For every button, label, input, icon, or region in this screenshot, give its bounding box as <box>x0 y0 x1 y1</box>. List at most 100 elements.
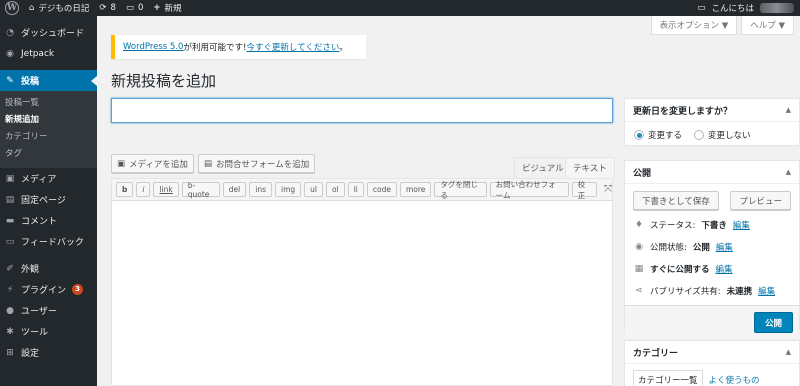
update-notice: WordPress 5.0 が利用可能です! 今すぐ更新してください 。 <box>111 35 366 59</box>
new-content-label: 新規 <box>164 4 182 14</box>
collapse-arrow-icon[interactable]: ▲ <box>786 168 791 176</box>
menu-label: メディア <box>21 175 57 185</box>
menu-dashboard[interactable]: ◔ ダッシュボード <box>0 22 97 43</box>
page-title: 新規投稿を追加 <box>111 72 217 90</box>
menu-posts[interactable]: ✎ 投稿 <box>0 70 97 91</box>
tab-popular-categories[interactable]: よく使うもの <box>709 374 760 386</box>
submenu-tags[interactable]: タグ <box>0 146 97 163</box>
publish-box-title: 公開 <box>633 168 652 179</box>
qt-ul-button[interactable]: ul <box>304 182 324 197</box>
updates-icon: ⟳ <box>99 3 107 13</box>
notification-icon: ▭ <box>697 3 706 13</box>
menu-label: 固定ページ <box>21 196 66 206</box>
wp-logo-menu[interactable]: W <box>0 0 24 16</box>
edit-visibility-link[interactable]: 編集 <box>716 241 733 253</box>
schedule-row: ▦ すぐに公開する 編集 <box>625 258 799 280</box>
comments-menu[interactable]: ▭ 0 <box>121 0 148 16</box>
publish-button[interactable]: 公開 <box>753 312 793 333</box>
new-content-menu[interactable]: + 新規 <box>148 0 186 16</box>
category-box: カテゴリー ▲ カテゴリー一覧 よく使うもの <box>624 340 800 386</box>
menu-media[interactable]: ▣ メディア <box>0 168 97 189</box>
submenu-add-new[interactable]: 新規追加 <box>0 112 97 129</box>
menu-feedback[interactable]: ▭ フィードバック <box>0 231 97 252</box>
update-now-link[interactable]: 今すぐ更新してください <box>246 41 339 53</box>
update-date-box-header[interactable]: 更新日を変更しますか？ ▲ <box>625 99 799 122</box>
post-status-row: ♦ ステータス: 下書き 編集 <box>625 214 799 236</box>
my-account-menu[interactable]: ▭ こんにちは <box>697 0 794 16</box>
qt-li-button[interactable]: li <box>347 182 364 197</box>
menu-label: コメント <box>21 217 58 227</box>
feedback-icon: ▭ <box>5 236 15 247</box>
menu-jetpack[interactable]: ◉ Jetpack <box>0 43 97 64</box>
fullscreen-icon[interactable]: ⤧ <box>604 184 612 195</box>
radio-no-change-label: 変更しない <box>708 131 751 141</box>
submenu-all-posts[interactable]: 投稿一覧 <box>0 95 97 112</box>
updates-menu[interactable]: ⟳ 8 <box>94 0 121 16</box>
qt-proofread-button[interactable]: 校正 <box>571 180 597 200</box>
collapse-arrow-icon[interactable]: ▲ <box>786 348 791 356</box>
qt-italic-button[interactable]: i <box>136 182 151 197</box>
blurred-username <box>760 3 794 13</box>
qt-code-button[interactable]: code <box>366 182 397 197</box>
help-button[interactable]: ヘルプ ▼ <box>741 16 794 35</box>
qt-img-button[interactable]: img <box>275 182 302 197</box>
radio-change[interactable]: 変更する <box>634 129 682 141</box>
edit-publicize-link[interactable]: 編集 <box>758 285 775 297</box>
menu-settings[interactable]: ⊞ 設定 <box>0 342 97 363</box>
menu-users[interactable]: ● ユーザー <box>0 300 97 321</box>
wordpress-version-link[interactable]: WordPress 5.0 <box>123 42 183 52</box>
post-title-input[interactable] <box>111 98 613 123</box>
save-draft-button[interactable]: 下書きとして保存 <box>633 191 719 210</box>
quicktags-toolbar: b i link b-quote del ins img ul ol li co… <box>112 179 612 201</box>
home-icon: ⌂ <box>29 3 35 13</box>
qt-ins-button[interactable]: ins <box>249 182 273 197</box>
qt-del-button[interactable]: del <box>222 182 247 197</box>
qt-link-button[interactable]: link <box>153 182 179 197</box>
category-box-header[interactable]: カテゴリー ▲ <box>625 341 799 364</box>
qt-contact-form-button[interactable]: お問い合わせフォーム <box>489 180 569 200</box>
radio-change-label: 変更する <box>648 131 683 141</box>
menu-comments[interactable]: ▬ コメント <box>0 210 97 231</box>
updates-count: 8 <box>110 3 116 13</box>
dashboard-icon: ◔ <box>6 27 14 38</box>
qt-ol-button[interactable]: ol <box>326 182 345 197</box>
pin-icon: ♦ <box>634 220 644 230</box>
site-name-menu[interactable]: ⌂ デジもの日記 <box>24 0 94 16</box>
screen-options-button[interactable]: 表示オプション ▼ <box>650 16 738 35</box>
status-value: 下書き <box>701 221 727 231</box>
admin-bar: W ⌂ デジもの日記 ⟳ 8 ▭ 0 + 新規 ▭ こんにちは <box>0 0 800 16</box>
jetpack-icon: ◉ <box>6 48 14 59</box>
update-date-options: 変更する 変更しない <box>625 122 799 148</box>
calendar-icon: ▦ <box>634 264 644 274</box>
qt-blockquote-button[interactable]: b-quote <box>181 181 220 199</box>
tab-text[interactable]: テキスト <box>565 157 615 178</box>
menu-pages[interactable]: ▤ 固定ページ <box>0 189 97 210</box>
collapse-arrow-icon[interactable]: ▲ <box>786 106 791 114</box>
update-date-box: 更新日を変更しますか？ ▲ 変更する 変更しない <box>624 98 800 146</box>
menu-label: プラグイン <box>21 286 67 296</box>
menu-tools[interactable]: ✱ ツール <box>0 321 97 342</box>
content-textarea[interactable] <box>112 201 612 385</box>
publish-box: 公開 ▲ 下書きとして保存 プレビュー ♦ ステータス: 下書き 編集 ◉ 公開… <box>624 160 800 339</box>
visibility-value: 公開 <box>692 243 710 253</box>
qt-more-button[interactable]: more <box>399 182 432 197</box>
add-contact-form-button[interactable]: ▤ お問合せフォームを追加 <box>198 154 316 173</box>
visibility-row: ◉ 公開状態: 公開 編集 <box>625 236 799 258</box>
edit-status-link[interactable]: 編集 <box>733 219 750 231</box>
menu-appearance[interactable]: ✐ 外観 <box>0 258 97 279</box>
edit-schedule-link[interactable]: 編集 <box>716 263 733 275</box>
menu-plugins[interactable]: ⚡ プラグイン 3 <box>0 279 97 300</box>
submenu-categories[interactable]: カテゴリー <box>0 129 97 146</box>
publish-box-header[interactable]: 公開 ▲ <box>625 161 799 184</box>
major-publishing-actions: 公開 <box>625 305 799 339</box>
add-media-label: メディアを追加 <box>129 159 188 170</box>
tab-visual[interactable]: ビジュアル <box>514 157 572 178</box>
preview-button[interactable]: プレビュー <box>730 191 791 210</box>
add-media-button[interactable]: ▣ メディアを追加 <box>111 154 194 173</box>
qt-close-tags-button[interactable]: タグを閉じる <box>434 180 487 200</box>
tab-all-categories[interactable]: カテゴリー一覧 <box>633 370 703 386</box>
qt-bold-button[interactable]: b <box>116 182 134 197</box>
eye-icon: ◉ <box>635 242 643 252</box>
radio-no-change[interactable]: 変更しない <box>694 129 751 141</box>
plus-icon: + <box>153 3 161 13</box>
